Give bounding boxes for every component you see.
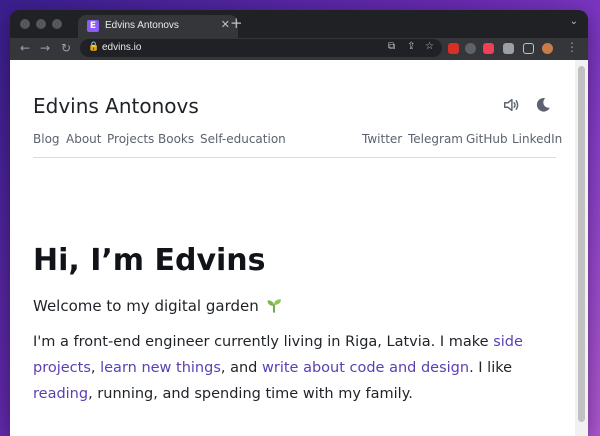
nav-link-self-education[interactable]: Self-education [200,132,286,146]
minimize-window-button[interactable] [36,19,46,29]
seedling-icon [267,299,281,313]
favicon-icon: E [87,20,99,32]
social-link-telegram[interactable]: Telegram [408,132,463,146]
welcome-text: Welcome to my digital garden [33,297,282,315]
more-menu-icon[interactable]: ⋮ [566,40,578,54]
bookmark-star-icon[interactable]: ☆ [425,41,434,52]
page-viewport: Edvins Antonovs Hi, I’m Edvins Welcome t… [10,60,588,436]
speaker-icon[interactable] [502,96,520,114]
pocket-icon[interactable] [483,43,494,54]
intro-text: , and [220,360,262,376]
nav-link-projects[interactable]: Projects [107,132,154,146]
learn-new-things-link[interactable]: learn new things [100,360,221,376]
moon-icon[interactable] [534,96,552,114]
reload-icon[interactable]: ↻ [61,41,71,55]
side-panel-icon[interactable] [523,43,534,54]
social-link-twitter[interactable]: Twitter [362,132,402,146]
intro-paragraph: I'm a front-end engineer currently livin… [33,329,563,407]
header-divider [33,157,556,158]
close-tab-icon[interactable]: ✕ [221,18,230,31]
social-link-github[interactable]: GitHub [466,132,508,146]
browser-toolbar: ← → ↻ 🔒 edvins.io ⧉ ⇪ ☆ ⋮ [10,38,588,60]
new-tab-button[interactable]: + [230,14,243,32]
site-title[interactable]: Edvins Antonovs [33,94,199,118]
lock-icon: 🔒 [88,42,100,52]
profile-avatar[interactable] [542,43,553,54]
intro-text: , running, and spending time with my fam… [88,386,413,402]
open-in-new-icon[interactable]: ⧉ [388,41,395,52]
scrollbar-thumb[interactable] [578,66,585,422]
intro-text: I'm a front-end engineer currently livin… [33,334,494,350]
back-icon[interactable]: ← [20,41,30,55]
tab-title: Edvins Antonovs [105,20,179,31]
browser-window: E Edvins Antonovs ✕ + ⌄ ← → ↻ 🔒 edvins.i… [10,10,588,436]
write-about-link[interactable]: write about code and design [262,360,469,376]
forward-icon[interactable]: → [40,41,50,55]
nav-link-blog[interactable]: Blog [33,132,60,146]
reading-link[interactable]: reading [33,386,88,402]
hero-heading: Hi, I’m Edvins [33,243,266,278]
browser-tab[interactable]: E Edvins Antonovs ✕ [78,15,238,38]
close-window-button[interactable] [20,19,30,29]
share-icon[interactable]: ⇪ [407,41,415,52]
intro-text: . I like [469,360,513,376]
address-bar[interactable]: 🔒 edvins.io ⧉ ⇪ ☆ [80,39,442,57]
nav-link-books[interactable]: Books [158,132,194,146]
tab-search-icon[interactable]: ⌄ [570,16,578,27]
tab-bar: E Edvins Antonovs ✕ + ⌄ [10,10,588,38]
extension-icon[interactable] [465,43,476,54]
welcome-label: Welcome to my digital garden [33,297,259,315]
social-link-linkedin[interactable]: LinkedIn [512,132,562,146]
nav-link-about[interactable]: About [66,132,101,146]
maximize-window-button[interactable] [52,19,62,29]
url-text: edvins.io [102,42,142,53]
intro-text: , [90,360,101,376]
extensions-puzzle-icon[interactable] [503,43,514,54]
extension-icon[interactable] [448,43,459,54]
